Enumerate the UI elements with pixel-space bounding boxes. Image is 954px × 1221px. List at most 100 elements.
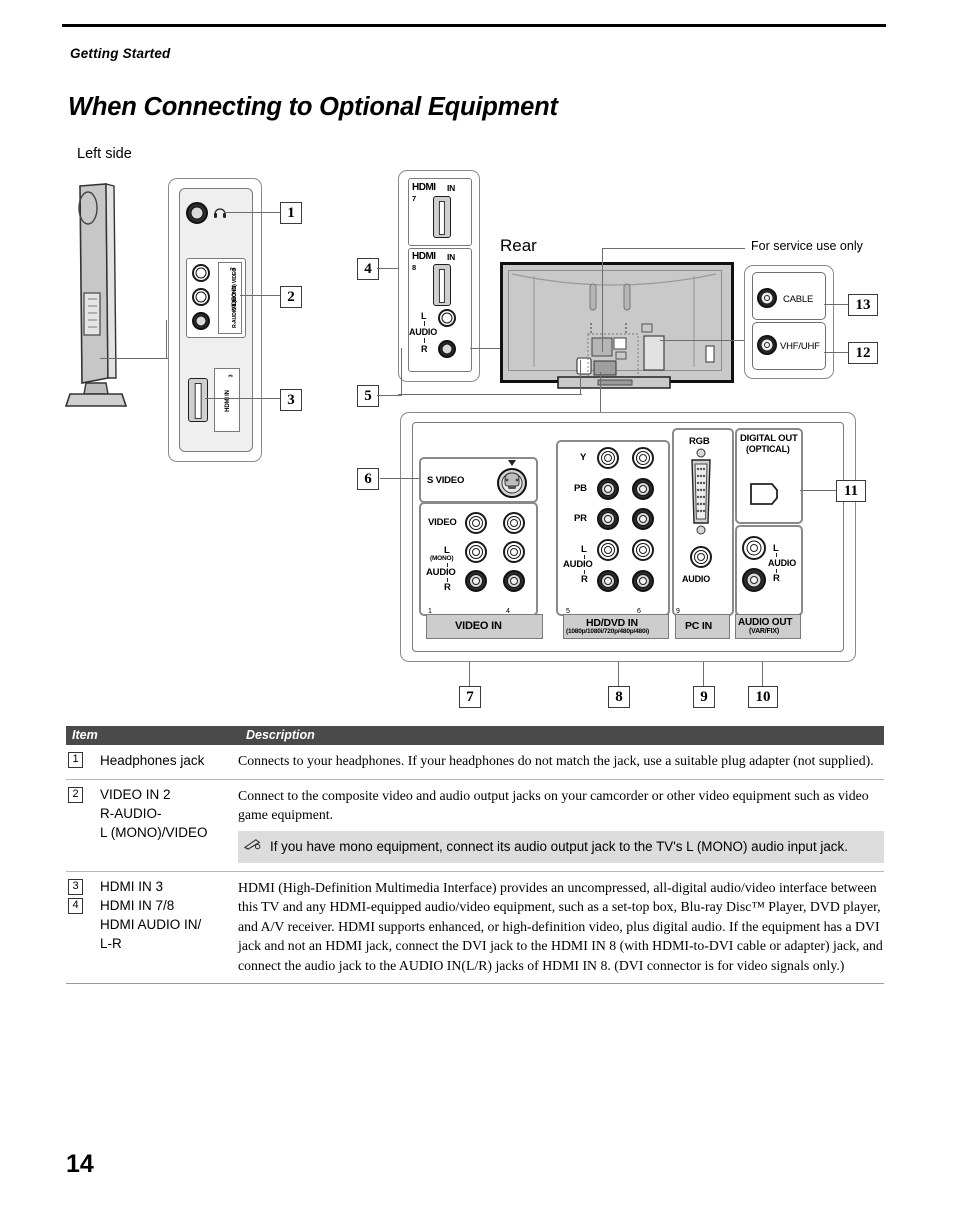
video-in-2-label: VIDEO IN [232, 285, 238, 311]
video-audio-mono-label: (MONO) [430, 555, 454, 562]
note-pencil-icon [244, 838, 261, 850]
y-label: Y [580, 452, 587, 463]
pc-audio-jack [690, 546, 712, 568]
hdmi-audio-tick-bot [424, 338, 426, 343]
table-row: 2 VIDEO IN 2 R-AUDIO- L (MONO)/VIDEO Con… [66, 780, 884, 872]
connector-description-table: Item Description 1 Headphones jack Conne… [66, 726, 884, 984]
leader-line-4 [377, 268, 399, 270]
video-in-2-video-jack [192, 264, 210, 282]
leader-line-tv-to-antenna [660, 340, 750, 342]
row-number-box: 4 [68, 897, 83, 914]
vhf-uhf-connector [757, 335, 777, 355]
s-video-connector-icon [497, 460, 527, 498]
audio-out-r-label: R [773, 573, 780, 584]
audio-out-l-jack [742, 536, 766, 560]
callout-4: 4 [357, 258, 379, 280]
hdmi-in-8-port [433, 264, 451, 306]
rear-label: Rear [500, 236, 537, 255]
callout-3: 3 [280, 389, 302, 411]
hdmi-in-8-wordmark: HDMI [412, 251, 436, 262]
table-header-item: Item [72, 728, 98, 742]
callout-9: 9 [693, 686, 715, 708]
s-video-label: S VIDEO [427, 475, 465, 486]
hd-audio-label: AUDIO [563, 559, 593, 570]
hd-dvd-number-6: 6 [637, 608, 641, 615]
video-in-2-label-plate [218, 262, 242, 334]
video-in-number-4: 4 [506, 608, 510, 615]
audio-out-tick-top [776, 553, 778, 557]
hdmi-in-3-number: 3 [228, 374, 235, 378]
leader-line-1 [224, 212, 280, 214]
hdmi-in-7-number: 7 [412, 194, 416, 203]
note-text: If you have mono equipment, connect its … [270, 838, 848, 854]
page-number: 14 [66, 1150, 94, 1178]
leader-line-10-vert [762, 662, 764, 686]
row-item-label: Headphones jack [100, 753, 205, 768]
leader-line-2 [240, 295, 280, 297]
pc-in-number-9: 9 [676, 608, 680, 615]
hd-dvd-6-audio-l-jack [632, 539, 654, 561]
leader-line-side-vert [166, 320, 168, 359]
hdmi-audio-label: AUDIO [409, 327, 437, 337]
rgb-label: RGB [689, 436, 710, 447]
pc-audio-label: AUDIO [682, 574, 710, 584]
hdmi-audio-in-l-jack [438, 309, 456, 327]
cable-label: CABLE [783, 294, 814, 305]
callout-12: 12 [848, 342, 878, 364]
hdmi-audio-tick-top [424, 321, 426, 326]
video-in-1-audio-l-jack [465, 541, 487, 563]
running-head: Getting Started [70, 46, 171, 61]
video-in-title: VIDEO IN [455, 620, 502, 632]
hd-dvd-5-pr-jack [597, 508, 619, 530]
row-item-line: L (MONO)/VIDEO [100, 824, 208, 840]
leader-line-5-vert [401, 348, 403, 396]
video-in-4-audio-r-jack [503, 570, 525, 592]
audio-out-sub: (VAR/FIX) [749, 628, 779, 635]
row-description: HDMI (High-Definition Multimedia Interfa… [238, 879, 883, 973]
callout-1: 1 [280, 202, 302, 224]
row-note: If you have mono equipment, connect its … [238, 830, 884, 863]
row-number-box: 1 [68, 752, 83, 768]
leader-line-service-vert [602, 248, 604, 352]
leader-line-6 [380, 478, 419, 480]
leader-line-side-to-panel [100, 358, 168, 360]
hdmi-audio-l-label: L [421, 311, 427, 321]
callout-10: 10 [748, 686, 778, 708]
video-in-4-video-jack [503, 512, 525, 534]
hd-dvd-number-5: 5 [566, 608, 570, 615]
audio-out-title: AUDIO OUT [738, 617, 793, 628]
audio-out-audio-label: AUDIO [768, 558, 796, 568]
hdmi-in-8-in: IN [447, 252, 456, 262]
vhf-uhf-label: VHF/UHF [780, 341, 820, 352]
digital-out-sub: (OPTICAL) [746, 444, 790, 454]
hd-dvd-6-y-jack [632, 447, 654, 469]
video-audio-label: AUDIO [426, 567, 456, 578]
hd-audio-l-label: L [581, 544, 587, 555]
leader-line-bottom-vert [600, 372, 602, 412]
leader-line-7-vert [469, 662, 471, 686]
page-title: When Connecting to Optional Equipment [68, 93, 558, 121]
leader-line-13 [824, 304, 848, 306]
hdmi-in-7-in: IN [447, 183, 456, 193]
video-in-number-1: 1 [428, 608, 432, 615]
hd-dvd-6-pr-jack [632, 508, 654, 530]
service-use-only-label: For service use only [751, 239, 863, 253]
tv-rear-details [511, 273, 717, 389]
table-row: 1 Headphones jack Connects to your headp… [66, 745, 884, 780]
pc-in-title: PC IN [685, 620, 713, 632]
row-item-line: VIDEO IN 2 [100, 786, 171, 802]
video-in-2-number: 2 [230, 267, 237, 271]
row-item-label: VIDEO IN 2 R-AUDIO- L (MONO)/VIDEO [100, 785, 240, 842]
leader-line-9-vert [703, 662, 705, 686]
leader-line-optical-horiz [398, 394, 582, 396]
manual-page: Getting Started When Connecting to Optio… [0, 0, 954, 1221]
top-rule [62, 24, 886, 27]
row-item-label: HDMI IN 3 HDMI IN 7/8 HDMI AUDIO IN/ L-R [100, 877, 240, 953]
video-in-1-video-jack [465, 512, 487, 534]
leader-line-12 [824, 352, 848, 354]
video-in-1-audio-r-jack [465, 570, 487, 592]
hdmi-in-7-wordmark: HDMI [412, 182, 436, 193]
callout-5: 5 [357, 385, 379, 407]
hdmi-in-8-number: 8 [412, 263, 416, 272]
hdmi-audio-r-label: R [421, 344, 428, 354]
